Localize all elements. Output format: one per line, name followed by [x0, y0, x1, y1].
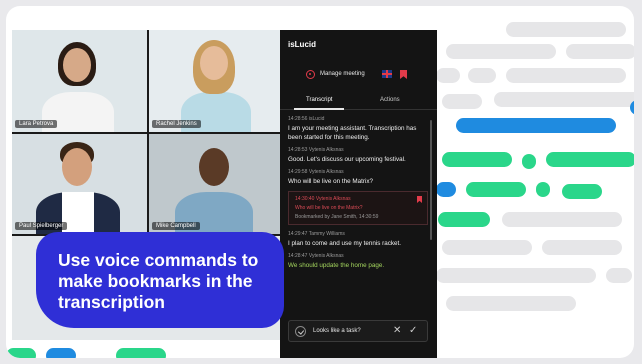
transcript-panel: isLucid Manage meeting Transcript Action…: [280, 30, 437, 358]
bookmark-meta: 14:30:40 Vytenis Alksnas: [295, 196, 351, 202]
entry-meta: 14:28:56 isLucid: [288, 116, 325, 122]
transcript-entry: 14:29:47 Tammy Williams I plan to come a…: [288, 231, 428, 248]
participant-name: Mike Campbell: [152, 222, 200, 230]
participant-name: Rachel Jenkins: [152, 120, 201, 128]
task-check-icon: [295, 326, 306, 337]
entry-meta: 14:28:53 Vytenis Alksnas: [288, 147, 344, 153]
entry-text: Good. Let's discuss our upcoming festiva…: [288, 156, 406, 163]
task-suggestion: Looks like a task? ✕ ✓: [288, 320, 428, 342]
manage-meeting-button[interactable]: Manage meeting: [320, 71, 365, 77]
panel-toolbar: Manage meeting: [280, 70, 437, 84]
participant-tile[interactable]: Rachel Jenkins: [149, 30, 280, 132]
app-title: isLucid: [288, 40, 317, 49]
language-flag-icon[interactable]: [382, 70, 392, 78]
feature-callout: Use voice commands to make bookmarks in …: [36, 232, 284, 328]
entry-text-highlighted: We should update the home page.: [288, 262, 385, 269]
transcript-entry: 14:28:47 Vytenis Alksnas We should updat…: [288, 253, 428, 270]
entry-text: I plan to come and use my tennis racket.: [288, 240, 402, 247]
entry-text: Who will be live on the Matrix?: [288, 178, 374, 185]
bookmarked-entry[interactable]: 14:30:40 Vytenis Alksnas Who will be liv…: [288, 191, 428, 225]
participant-tile[interactable]: Paul Spielberger: [12, 134, 147, 234]
entry-text: I am your meeting assistant. Transcripti…: [288, 125, 417, 141]
tab-transcript[interactable]: Transcript: [306, 97, 332, 103]
panel-tabs: Transcript Actions: [280, 94, 437, 110]
transcript-entry: 14:28:56 isLucid I am your meeting assis…: [288, 116, 428, 142]
record-icon[interactable]: [306, 70, 315, 79]
entry-meta: 14:29:47 Tammy Williams: [288, 231, 345, 237]
active-tab-indicator: [294, 108, 344, 110]
participant-name: Lara Petrova: [15, 120, 58, 128]
promo-card: Lara Petrova Rachel Jenkins Paul Spielbe…: [6, 6, 634, 358]
dismiss-task-icon[interactable]: ✕: [393, 325, 401, 337]
callout-text: Use voice commands to make bookmarks in …: [58, 250, 259, 312]
tab-actions[interactable]: Actions: [380, 97, 400, 103]
entry-meta: 14:29:58 Vytenis Alksnas: [288, 169, 344, 175]
bookmark-text: Who will be live on the Matrix?: [295, 205, 363, 211]
transcript-list: 14:28:56 isLucid I am your meeting assis…: [288, 116, 428, 275]
transcript-scrollbar[interactable]: [430, 120, 432, 240]
transcript-entry: 14:29:58 Vytenis Alksnas Who will be liv…: [288, 169, 428, 186]
accept-task-icon[interactable]: ✓: [409, 325, 417, 337]
participant-name: Paul Spielberger: [15, 222, 68, 230]
bookmark-author: Bookmarked by Jane Smith, 14:30:59: [295, 214, 379, 220]
participant-tile[interactable]: Mike Campbell: [149, 134, 280, 234]
entry-meta: 14:28:47 Vytenis Alksnas: [288, 253, 344, 259]
participant-tile[interactable]: Lara Petrova: [12, 30, 147, 132]
task-suggestion-label: Looks like a task?: [313, 328, 361, 334]
bookmark-icon[interactable]: [400, 70, 407, 79]
transcript-entry: 14:28:53 Vytenis Alksnas Good. Let's dis…: [288, 147, 428, 164]
